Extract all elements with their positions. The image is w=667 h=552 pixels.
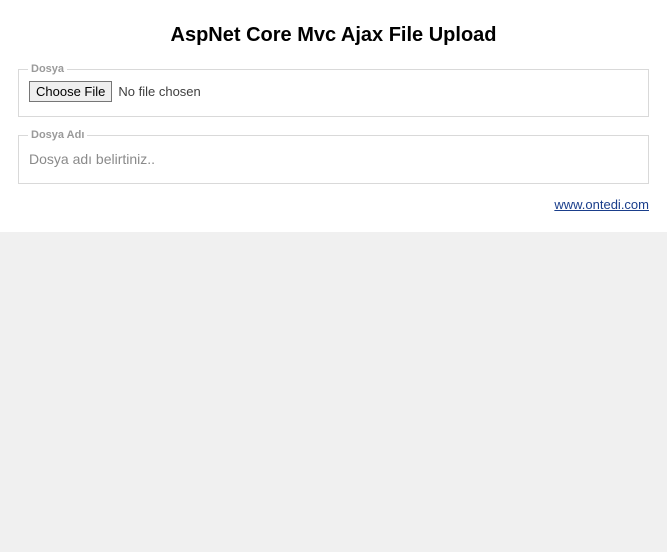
footer: www.ontedi.com bbox=[18, 196, 649, 214]
file-upload-legend: Dosya bbox=[28, 63, 67, 75]
file-name-legend: Dosya Adı bbox=[28, 129, 87, 141]
page-title: AspNet Core Mvc Ajax File Upload bbox=[18, 10, 649, 63]
file-input-row: Choose File No file chosen bbox=[29, 81, 638, 102]
choose-file-button[interactable]: Choose File bbox=[29, 81, 112, 102]
file-name-section: Dosya Adı bbox=[18, 129, 649, 184]
file-upload-section: Dosya Choose File No file chosen bbox=[18, 63, 649, 117]
file-chosen-status: No file chosen bbox=[118, 84, 200, 99]
footer-link[interactable]: www.ontedi.com bbox=[554, 197, 649, 212]
file-name-input[interactable] bbox=[29, 151, 638, 167]
main-panel: AspNet Core Mvc Ajax File Upload Dosya C… bbox=[0, 0, 667, 232]
